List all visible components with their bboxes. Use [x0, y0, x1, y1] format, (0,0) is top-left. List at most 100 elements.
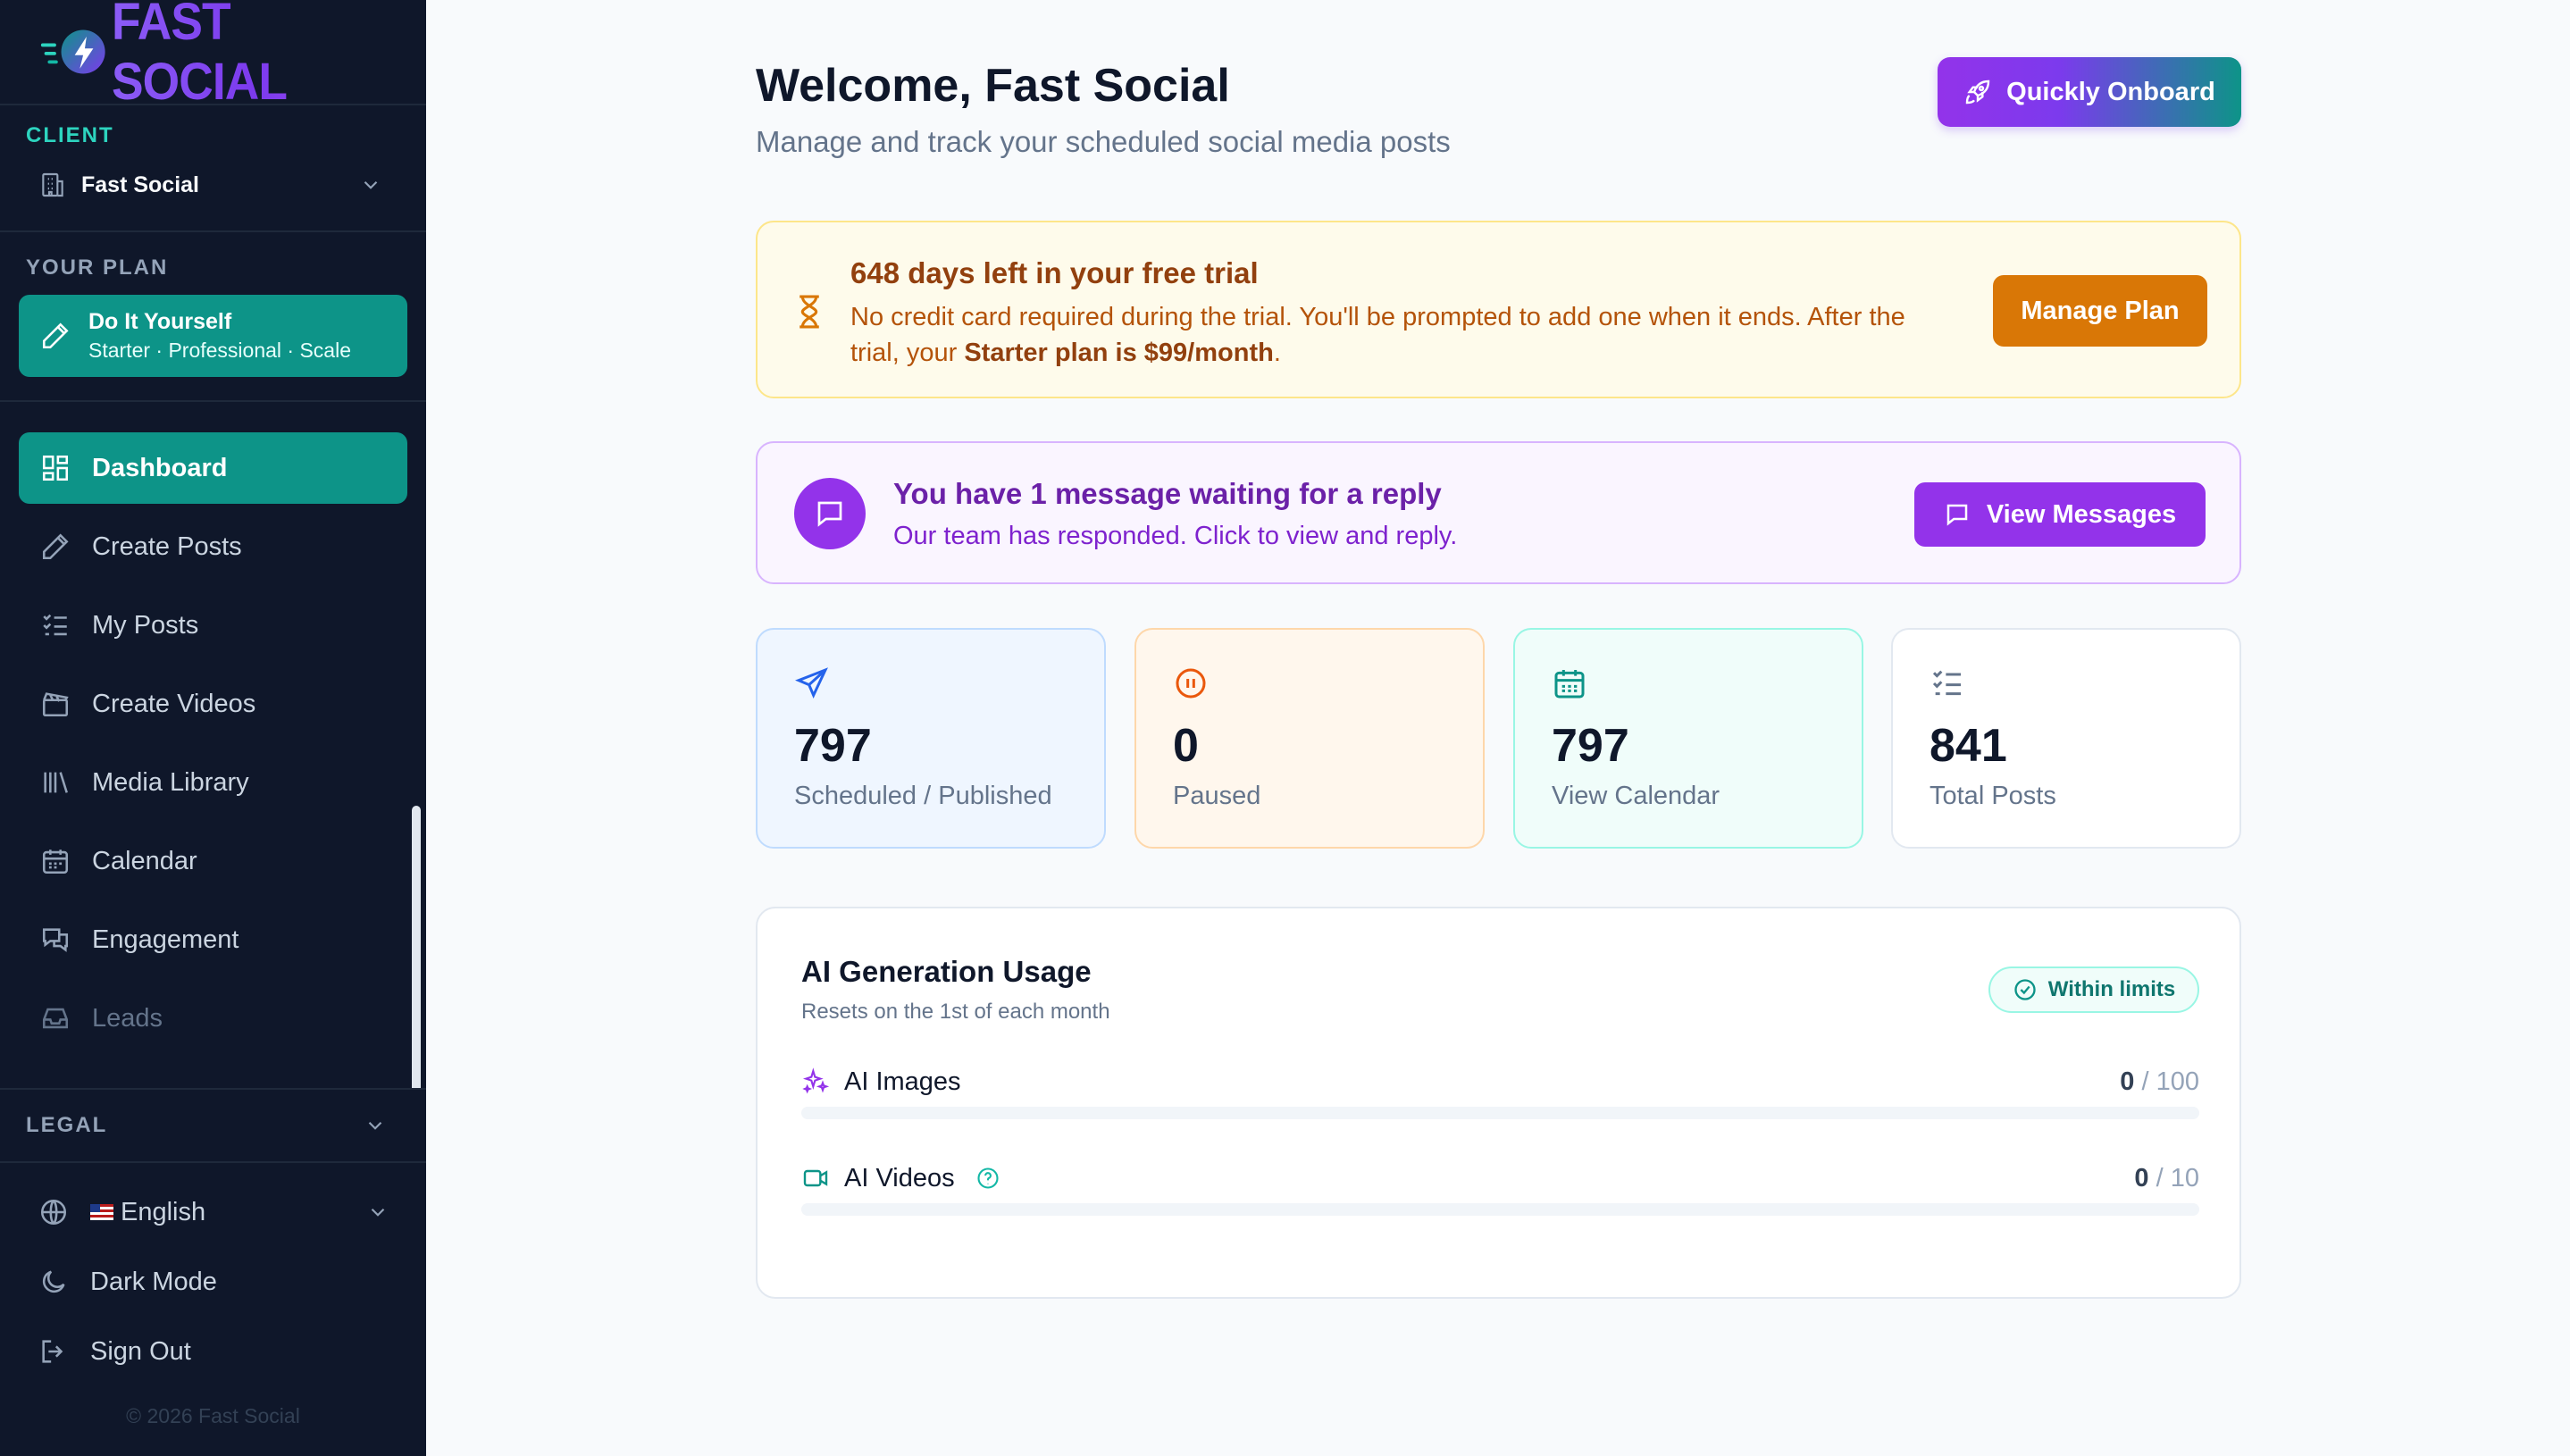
- checklist-icon: [43, 614, 67, 636]
- plan-card[interactable]: Do It Yourself Starter · Professional · …: [19, 295, 407, 377]
- nav-item-my-posts[interactable]: My Posts: [19, 590, 407, 661]
- usage-title: AI Generation Usage: [801, 955, 1092, 988]
- stat-card-calendar[interactable]: 797 View Calendar: [1513, 628, 1863, 849]
- plan-label: YOUR PLAN: [26, 255, 169, 280]
- building-icon: [42, 172, 63, 197]
- page-subtitle: Manage and track your scheduled social m…: [756, 125, 1451, 158]
- sidebar-scrollbar[interactable]: [412, 806, 421, 1088]
- page-title: Welcome, Fast Social: [756, 60, 1230, 112]
- nav-item-create-posts[interactable]: Create Posts: [19, 511, 407, 582]
- nav-item-engagement[interactable]: Engagement: [19, 904, 407, 975]
- nav-item-leads[interactable]: Leads: [19, 983, 407, 1054]
- usage-row-ai-videos: AI Videos 0 / 10: [801, 1162, 2199, 1216]
- usage-limit: / 10: [2156, 1164, 2199, 1192]
- nav-label: Create Posts: [92, 531, 242, 561]
- checklist-icon: [1932, 670, 1961, 696]
- nav-label: Media Library: [92, 767, 249, 797]
- logo-icon: [40, 29, 105, 74]
- usage-limit: / 100: [2141, 1067, 2200, 1096]
- stat-label: Paused: [1173, 782, 1261, 810]
- usage-progress-track: [801, 1107, 2199, 1119]
- stat-card-scheduled[interactable]: 797 Scheduled / Published: [756, 628, 1106, 849]
- calendar-icon: [42, 849, 69, 874]
- usage-used: 0: [2120, 1067, 2135, 1096]
- nav-label: Engagement: [92, 925, 239, 954]
- plan-section: YOUR PLAN Do It Yourself Starter · Profe…: [0, 232, 426, 402]
- sign-out-icon: [42, 1340, 63, 1363]
- inbox-icon: [42, 1008, 69, 1029]
- chevron-down-icon: [368, 1121, 382, 1130]
- client-label: CLIENT: [26, 123, 114, 147]
- sign-out-button[interactable]: Sign Out: [19, 1317, 407, 1386]
- brand-logo[interactable]: FAST SOCIAL: [0, 0, 426, 111]
- message-avatar: [794, 478, 866, 549]
- sign-out-label: Sign Out: [90, 1336, 191, 1366]
- nav-item-calendar[interactable]: Calendar: [19, 825, 407, 897]
- stat-value: 0: [1173, 720, 1199, 772]
- chat-icon: [817, 501, 842, 527]
- stat-value: 797: [794, 720, 872, 772]
- usage-count: 0 / 10: [2134, 1164, 2199, 1193]
- trial-banner: 648 days left in your free trial No cred…: [756, 221, 2241, 398]
- client-name: Fast Social: [81, 172, 199, 197]
- usage-label: AI Videos: [844, 1164, 955, 1192]
- calendar-icon: [1554, 670, 1585, 699]
- moon-icon: [42, 1270, 65, 1293]
- stat-card-total[interactable]: 841 Total Posts: [1891, 628, 2241, 849]
- stats-row: 797 Scheduled / Published 0 Paused 797 V…: [756, 628, 2241, 849]
- badge-label: Within limits: [2047, 977, 2176, 1001]
- language-selector[interactable]: English: [19, 1177, 407, 1247]
- stat-value: 797: [1552, 720, 1629, 772]
- within-limits-badge: Within limits: [1988, 966, 2199, 1013]
- rocket-icon: [1965, 79, 1990, 105]
- trial-price: Starter plan is $99/month: [964, 339, 1274, 367]
- language-label: English: [121, 1197, 206, 1226]
- dark-mode-toggle[interactable]: Dark Mode: [19, 1247, 407, 1317]
- client-selector[interactable]: Fast Social: [26, 164, 400, 205]
- nav-label: Dashboard: [92, 453, 228, 482]
- hourglass-icon: [799, 295, 819, 329]
- nav-item-create-videos[interactable]: Create Videos: [19, 668, 407, 740]
- sparkles-icon: [802, 1067, 830, 1094]
- onboard-label: Quickly Onboard: [2006, 77, 2215, 106]
- nav-item-media-library[interactable]: Media Library: [19, 747, 407, 818]
- ai-usage-card: AI Generation Usage Resets on the 1st of…: [756, 907, 2241, 1299]
- usage-subtitle: Resets on the 1st of each month: [801, 1000, 1110, 1024]
- chat-icon: [1946, 504, 1968, 526]
- stat-label: Scheduled / Published: [794, 782, 1052, 810]
- pencil-icon: [42, 533, 69, 560]
- plan-title: Do It Yourself: [88, 309, 232, 334]
- usage-label: AI Images: [844, 1067, 961, 1096]
- message-title: You have 1 message waiting for a reply: [893, 477, 1442, 510]
- pause-circle-icon: [1176, 668, 1206, 699]
- main-nav: Dashboard Create Posts My Posts Create V…: [0, 402, 426, 1090]
- copyright-text: © 2026 Fast Social: [126, 1404, 300, 1427]
- dark-mode-label: Dark Mode: [90, 1267, 217, 1296]
- legal-section[interactable]: LEGAL: [0, 1090, 426, 1163]
- trial-title: 648 days left in your free trial: [850, 256, 1259, 289]
- clapperboard-icon: [42, 692, 69, 717]
- usage-progress-track: [801, 1203, 2199, 1216]
- usage-count: 0 / 100: [2120, 1067, 2199, 1097]
- chevron-down-icon: [371, 1208, 385, 1217]
- manage-plan-button[interactable]: Manage Plan: [1993, 275, 2207, 347]
- stat-label: View Calendar: [1552, 782, 1720, 810]
- stat-card-paused[interactable]: 0 Paused: [1134, 628, 1485, 849]
- sidebar-footer: English Dark Mode Sign Out © 2026 Fast S…: [0, 1163, 426, 1428]
- nav-item-dashboard[interactable]: Dashboard: [19, 432, 407, 504]
- help-circle-icon[interactable]: [975, 1166, 1000, 1191]
- nav-label: Leads: [92, 1003, 163, 1033]
- brand-name: FAST SOCIAL: [112, 0, 400, 112]
- legal-label: LEGAL: [26, 1113, 108, 1137]
- library-icon: [44, 772, 68, 793]
- quickly-onboard-button[interactable]: Quickly Onboard: [1938, 57, 2241, 127]
- dashboard-icon: [42, 455, 69, 481]
- view-messages-button[interactable]: View Messages: [1914, 482, 2206, 547]
- nav-label: Create Videos: [92, 689, 256, 718]
- view-messages-label: View Messages: [1986, 499, 2177, 529]
- client-section: CLIENT Fast Social: [0, 105, 426, 232]
- messages-banner[interactable]: You have 1 message waiting for a reply O…: [756, 441, 2241, 584]
- trial-text-end: .: [1273, 339, 1281, 367]
- check-circle-icon: [2014, 979, 2036, 1000]
- usage-used: 0: [2134, 1164, 2149, 1192]
